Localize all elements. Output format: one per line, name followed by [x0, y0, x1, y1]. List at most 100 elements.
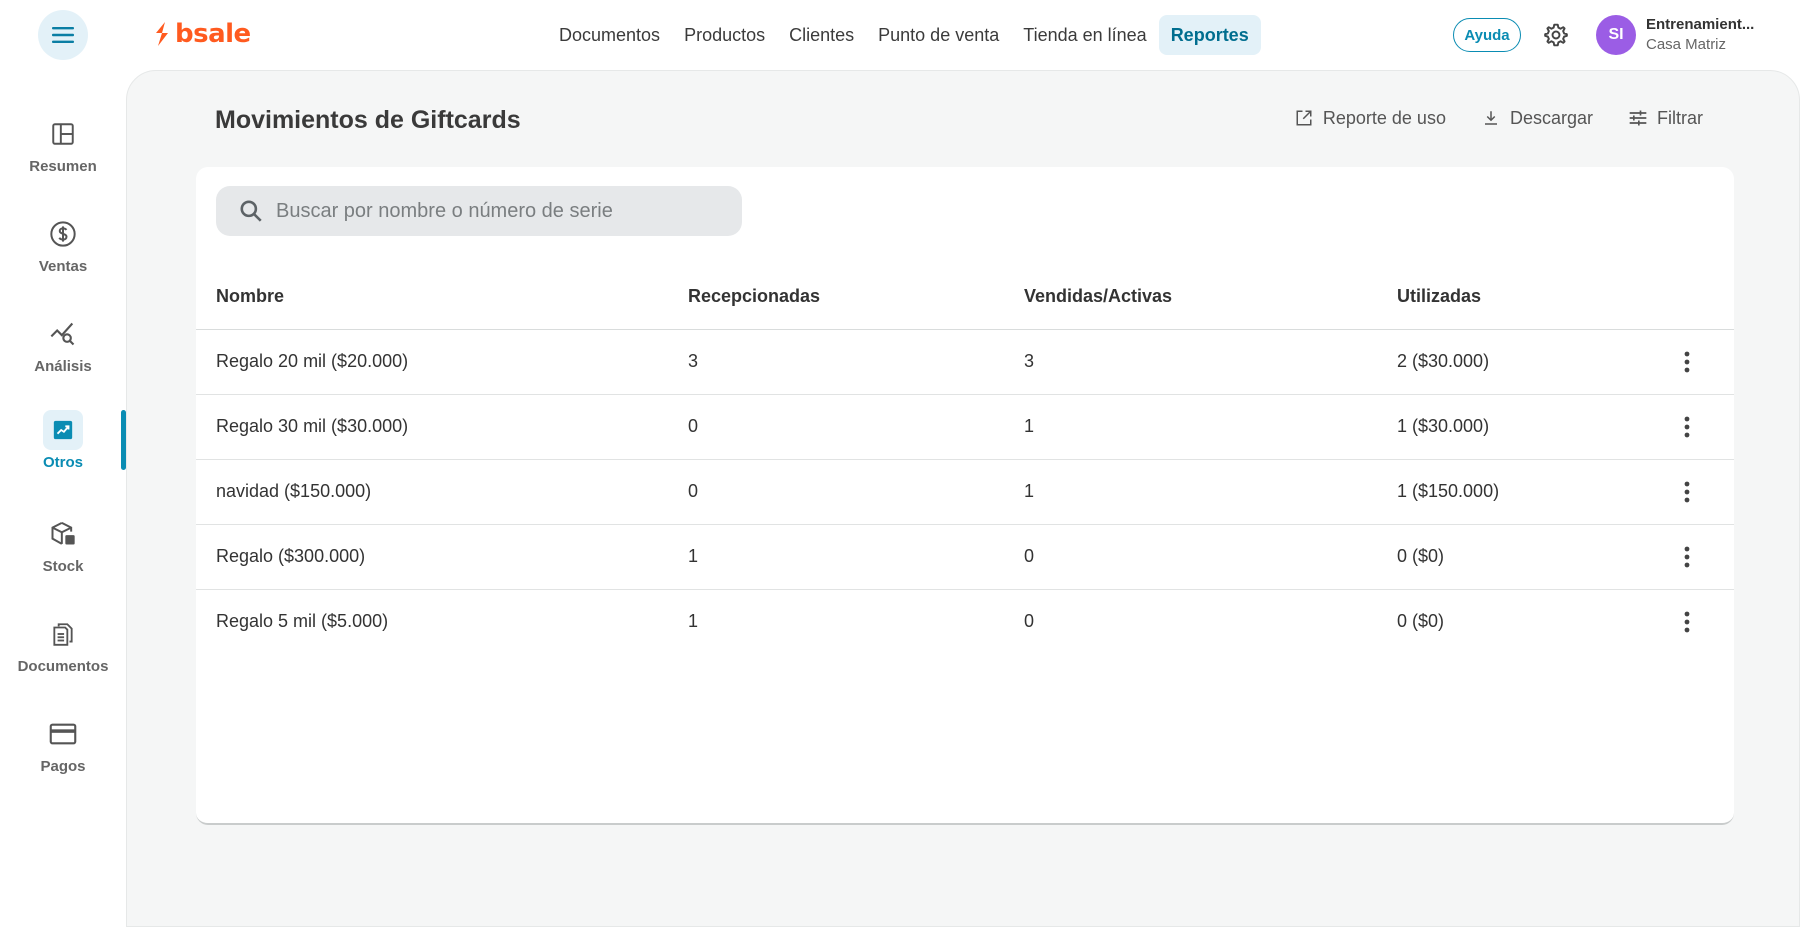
row-menu-button[interactable] — [1672, 412, 1702, 442]
logo-text: bsale — [175, 19, 251, 49]
column-header-utilizadas[interactable]: Utilizadas — [1397, 265, 1664, 330]
sidebar-item-resumen[interactable]: Resumen — [0, 114, 126, 194]
chart-search-icon — [43, 314, 83, 354]
settings-button[interactable] — [1541, 20, 1571, 50]
sidebar-item-analisis[interactable]: Análisis — [0, 314, 126, 394]
giftcards-table: Nombre Recepcionadas Vendidas/Activas Ut… — [196, 265, 1734, 654]
cell-vendidas: 1 — [1024, 459, 1397, 525]
hamburger-menu-button[interactable] — [38, 10, 88, 60]
more-vertical-icon — [1684, 351, 1690, 372]
search-input[interactable] — [276, 199, 716, 223]
column-header-nombre[interactable]: Nombre — [196, 265, 688, 330]
user-avatar[interactable]: SI — [1596, 15, 1636, 55]
cell-utilizadas: 2 ($30.000) — [1397, 329, 1664, 395]
row-menu-button[interactable] — [1672, 607, 1702, 637]
table-header-row: Nombre Recepcionadas Vendidas/Activas Ut… — [196, 265, 1734, 330]
row-menu-button[interactable] — [1672, 477, 1702, 507]
credit-card-icon — [43, 714, 83, 754]
sidebar-item-label: Pagos — [40, 758, 86, 775]
gear-icon — [1544, 23, 1568, 47]
cell-vendidas: 3 — [1024, 329, 1397, 395]
bsale-logo-mark-icon — [156, 22, 168, 46]
sidebar-item-ventas[interactable]: Ventas — [0, 214, 126, 294]
sidebar-item-label: Ventas — [38, 258, 88, 275]
sidebar: Resumen Ventas Análisis Otros Stock Docu… — [0, 70, 126, 927]
search-icon — [238, 198, 264, 224]
row-menu-button[interactable] — [1672, 347, 1702, 377]
page-title: Movimientos de Giftcards — [215, 106, 521, 134]
trending-up-icon — [43, 410, 83, 450]
cell-nombre: Regalo ($300.000) — [196, 524, 688, 590]
help-button[interactable]: Ayuda — [1453, 18, 1521, 52]
page-actions: Reporte de uso Descargar Filtrar — [1293, 107, 1703, 129]
filtrar-label: Filtrar — [1657, 107, 1703, 128]
layout-panel-icon — [43, 114, 83, 154]
sidebar-item-stock[interactable]: Stock — [0, 514, 126, 594]
cell-vendidas: 0 — [1024, 611, 1035, 632]
table-row[interactable]: Regalo 30 mil ($30.000) 0 1 1 ($30.000) — [196, 394, 1734, 460]
nav-documentos[interactable]: Documentos — [547, 15, 672, 55]
cell-nombre: Regalo 5 mil ($5.000) — [216, 611, 389, 632]
table-row[interactable]: Regalo 5 mil ($5.000) 1 0 0 ($0) — [196, 589, 1734, 654]
dollar-circle-icon — [43, 214, 83, 254]
cell-recepcionadas: 1 — [688, 611, 699, 632]
column-header-vendidas-activas[interactable]: Vendidas/Activas — [1024, 265, 1397, 330]
user-account-menu[interactable]: Entrenamient... Casa Matriz — [1646, 16, 1786, 53]
descargar-button[interactable]: Descargar — [1480, 107, 1593, 129]
nav-reportes[interactable]: Reportes — [1158, 15, 1261, 55]
sidebar-item-label: Resumen — [29, 158, 97, 175]
cell-nombre: navidad ($150.000) — [196, 459, 688, 525]
download-icon — [1480, 107, 1502, 129]
box-stock-icon — [43, 514, 83, 554]
reporte-de-uso-label: Reporte de uso — [1322, 107, 1446, 128]
cell-utilizadas: 1 ($30.000) — [1397, 394, 1664, 460]
cell-recepcionadas: 0 — [688, 394, 1024, 460]
more-vertical-icon — [1684, 611, 1690, 633]
user-name: Entrenamient... — [1646, 16, 1755, 33]
documents-icon — [43, 614, 83, 654]
nav-tienda-en-linea[interactable]: Tienda en línea — [1011, 15, 1158, 55]
giftcards-card: Nombre Recepcionadas Vendidas/Activas Ut… — [196, 167, 1734, 825]
filtrar-button[interactable]: Filtrar — [1627, 107, 1703, 129]
row-menu-button[interactable] — [1672, 542, 1702, 572]
descargar-label: Descargar — [1509, 107, 1593, 128]
cell-recepcionadas: 1 — [688, 524, 1024, 590]
sidebar-item-label: Otros — [42, 454, 83, 471]
column-header-actions — [1664, 265, 1734, 330]
cell-utilizadas: 0 ($0) — [1397, 611, 1445, 632]
table-row[interactable]: Regalo ($300.000) 1 0 0 ($0) — [196, 524, 1734, 590]
nav-clientes[interactable]: Clientes — [777, 15, 866, 55]
more-vertical-icon — [1684, 546, 1690, 567]
user-branch: Casa Matriz — [1646, 36, 1727, 53]
sidebar-item-documentos[interactable]: Documentos — [0, 614, 126, 694]
table-row[interactable]: navidad ($150.000) 0 1 1 ($150.000) — [196, 459, 1734, 525]
nav-productos[interactable]: Productos — [672, 15, 777, 55]
column-header-recepcionadas[interactable]: Recepcionadas — [688, 265, 1024, 330]
cell-recepcionadas: 3 — [688, 329, 1024, 395]
sidebar-item-label: Stock — [42, 558, 84, 575]
cell-recepcionadas: 0 — [688, 459, 1024, 525]
cell-nombre: Regalo 20 mil ($20.000) — [196, 329, 688, 395]
more-vertical-icon — [1684, 416, 1690, 437]
main-navigation: Documentos Productos Clientes Punto de v… — [547, 15, 1261, 55]
main-content: Movimientos de Giftcards Reporte de uso … — [126, 70, 1800, 927]
sidebar-item-label: Análisis — [34, 358, 92, 375]
top-bar: bsale Documentos Productos Clientes Punt… — [0, 0, 1800, 70]
more-vertical-icon — [1684, 481, 1690, 502]
cell-utilizadas: 0 ($0) — [1397, 524, 1664, 590]
sidebar-item-pagos[interactable]: Pagos — [0, 714, 126, 794]
reporte-de-uso-button[interactable]: Reporte de uso — [1293, 107, 1446, 129]
bsale-logo[interactable]: bsale — [153, 19, 251, 49]
sidebar-item-label: Documentos — [17, 658, 109, 675]
open-external-icon — [1293, 107, 1315, 129]
hamburger-menu-icon — [52, 27, 74, 43]
nav-punto-de-venta[interactable]: Punto de venta — [866, 15, 1011, 55]
filter-sliders-icon — [1627, 107, 1649, 129]
sidebar-item-otros[interactable]: Otros — [0, 410, 126, 490]
table-row[interactable]: Regalo 20 mil ($20.000) 3 3 2 ($30.000) — [196, 329, 1734, 395]
cell-vendidas: 0 — [1024, 524, 1397, 590]
cell-vendidas: 1 — [1024, 394, 1397, 460]
cell-utilizadas: 1 ($150.000) — [1397, 459, 1664, 525]
search-box[interactable] — [216, 186, 742, 236]
cell-nombre: Regalo 30 mil ($30.000) — [196, 394, 688, 460]
